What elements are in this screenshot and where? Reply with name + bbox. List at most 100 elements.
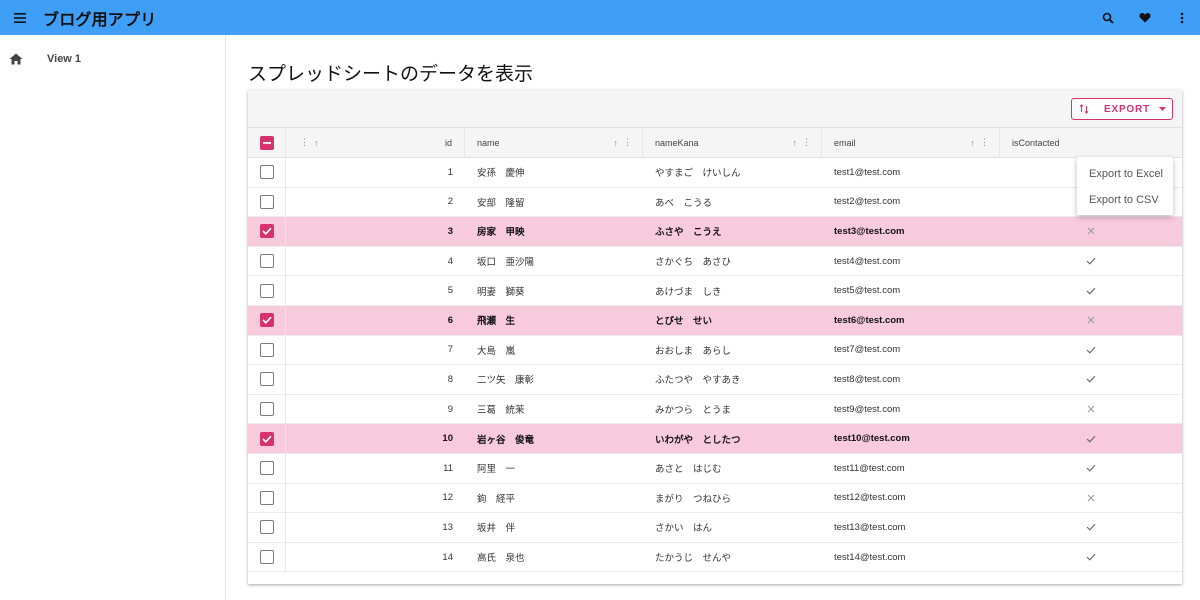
check-icon: [1086, 465, 1096, 472]
table-row[interactable]: 5 明妻 獅葵 あけづま しき test5@test.com: [248, 276, 1182, 306]
cell-namekana: さかい はん: [655, 523, 713, 535]
cell-email: test13@test.com: [834, 521, 906, 533]
close-icon: [1087, 316, 1095, 324]
cell-namekana: たかうじ せんや: [655, 553, 732, 565]
export-csv-menu-item[interactable]: Export to CSV: [1077, 187, 1173, 213]
row-checkbox[interactable]: [248, 542, 286, 572]
cell-id: 4: [447, 255, 453, 267]
cell-iscontacted: [1000, 336, 1182, 365]
close-icon: [1087, 228, 1095, 235]
column-menu-icon[interactable]: ⋮: [623, 137, 632, 148]
check-icon: [1086, 435, 1096, 443]
cell-iscontacted: [1000, 454, 1182, 483]
export-menu: Export to Excel Export to CSV: [1077, 157, 1173, 215]
check-icon: [1086, 376, 1096, 384]
table-row[interactable]: 8 二ツ矢 康彰 ふたつや やすあき test8@test.com: [248, 365, 1182, 395]
table-row[interactable]: 14 高氏 泉也 たかうじ せんや test14@test.com: [248, 542, 1182, 573]
cell-id: 1: [447, 166, 453, 178]
column-header-namekana[interactable]: nameKana ↑ ⋮: [643, 128, 822, 158]
row-checkbox[interactable]: [248, 187, 286, 217]
cell-id: 3: [447, 225, 453, 237]
column-header-id[interactable]: ⋮ ↑ id: [286, 128, 465, 158]
row-checkbox[interactable]: [248, 365, 286, 394]
swap-vert-icon: [1072, 104, 1096, 114]
row-checkbox[interactable]: [248, 424, 286, 453]
cell-iscontacted: [1000, 365, 1182, 394]
row-checkbox[interactable]: [248, 513, 286, 542]
column-header-email[interactable]: email ↑ ⋮: [822, 128, 1000, 158]
cell-namekana: みかつら とうま: [655, 405, 732, 417]
cell-id: 2: [447, 196, 453, 208]
table-row[interactable]: 11 阿里 一 あさと はじむ test11@test.com: [248, 453, 1182, 484]
table-row[interactable]: 12 鉤 経平 まがり つねひら test12@test.com: [248, 483, 1182, 514]
check-icon: [1086, 524, 1096, 532]
table-row[interactable]: 10 岩ヶ谷 俊竜 いわがや としたつ test10@test.com: [248, 424, 1182, 454]
cell-namekana: ふたつや やすあき: [655, 375, 741, 387]
cell-name: 安孫 慶伸: [477, 168, 525, 180]
cell-name: 坂口 亜沙陽: [477, 257, 535, 269]
sidebar-item-view1[interactable]: View 1: [0, 35, 225, 83]
cell-name: 房家 甲映: [477, 227, 525, 239]
table-row[interactable]: 1 安孫 慶伸 やすまご けいしん test1@test.com: [248, 158, 1182, 188]
cell-name: 坂井 伴: [477, 523, 516, 535]
table-row[interactable]: 7 大島 嵐 おおしま あらし test7@test.com: [248, 335, 1182, 366]
cell-id: 6: [447, 314, 453, 326]
sort-arrow-icon[interactable]: ↑: [793, 138, 798, 148]
column-menu-icon[interactable]: ⋮: [802, 137, 811, 148]
column-header-name[interactable]: name ↑ ⋮: [465, 128, 643, 158]
row-checkbox[interactable]: [248, 276, 286, 305]
column-header-iscontacted[interactable]: isContacted: [1000, 128, 1182, 158]
cell-namekana: あべ こうる: [655, 197, 713, 209]
table-row[interactable]: 4 坂口 亜沙陽 さかぐち あさひ test4@test.com: [248, 246, 1182, 277]
row-checkbox[interactable]: [248, 335, 286, 365]
cell-id: 12: [442, 492, 453, 504]
more-vert-icon[interactable]: [1163, 0, 1200, 35]
column-menu-icon[interactable]: ⋮: [980, 137, 989, 148]
table-row[interactable]: 2 安部 隆留 あべ こうる test2@test.com: [248, 187, 1182, 218]
row-checkbox[interactable]: [248, 483, 286, 513]
row-checkbox[interactable]: [248, 305, 286, 335]
select-all-checkbox[interactable]: [248, 128, 286, 158]
heart-icon[interactable]: [1126, 0, 1163, 35]
cell-name: 二ツ矢 康彰: [477, 375, 535, 387]
table-row[interactable]: 6 飛瀬 生 とびせ せい test6@test.com: [248, 305, 1182, 336]
table-row[interactable]: 9 三葛 統茉 みかつら とうま test9@test.com: [248, 394, 1182, 425]
menu-icon[interactable]: [0, 0, 40, 35]
cell-namekana: おおしま あらし: [655, 345, 732, 357]
row-checkbox[interactable]: [248, 246, 286, 276]
row-checkbox[interactable]: [248, 158, 286, 187]
cell-name: 大島 嵐: [477, 345, 516, 357]
sort-arrow-icon[interactable]: ↑: [614, 138, 619, 148]
cell-email: test5@test.com: [834, 285, 901, 297]
row-checkbox[interactable]: [248, 453, 286, 483]
cell-email: test7@test.com: [834, 344, 901, 356]
column-menu-icon[interactable]: ⋮: [300, 137, 309, 148]
export-button[interactable]: EXPORT: [1071, 98, 1173, 120]
cell-email: test1@test.com: [834, 166, 901, 178]
check-icon: [1086, 346, 1096, 354]
grid-header: ⋮ ↑ id name ↑ ⋮ nameKana ↑ ⋮ email ↑ ⋮ i…: [248, 128, 1182, 158]
row-checkbox[interactable]: [248, 394, 286, 424]
grid-body: 1 安孫 慶伸 やすまご けいしん test1@test.com 2 安部 隆留 あべ こう…: [248, 158, 1182, 573]
sort-arrow-icon[interactable]: ↑: [971, 138, 976, 148]
cell-namekana: あけづま しき: [655, 286, 722, 298]
cell-name: 岩ヶ谷 俊竜: [477, 434, 535, 446]
cell-id: 14: [442, 551, 453, 563]
grid-toolbar: EXPORT: [248, 90, 1182, 128]
table-row[interactable]: 3 房家 甲映 ふさや こうえ test3@test.com: [248, 217, 1182, 247]
search-icon[interactable]: [1089, 0, 1126, 35]
home-icon: [8, 51, 24, 67]
row-checkbox[interactable]: [248, 217, 286, 246]
cell-iscontacted: [1000, 276, 1182, 305]
cell-email: test3@test.com: [834, 225, 905, 237]
sidebar: View 1: [0, 35, 226, 600]
page-title: スプレッドシートのデータを表示: [248, 63, 534, 85]
cell-namekana: ふさや こうえ: [655, 227, 722, 239]
table-row[interactable]: 13 坂井 伴 さかい はん test13@test.com: [248, 513, 1182, 543]
app-bar: ブログ用アプリ: [0, 0, 1200, 35]
cell-name: 飛瀬 生: [477, 316, 516, 328]
cell-iscontacted: [1000, 543, 1182, 572]
export-excel-menu-item[interactable]: Export to Excel: [1077, 161, 1173, 187]
cell-iscontacted: [1000, 395, 1182, 424]
sort-arrow-icon[interactable]: ↑: [314, 138, 319, 148]
